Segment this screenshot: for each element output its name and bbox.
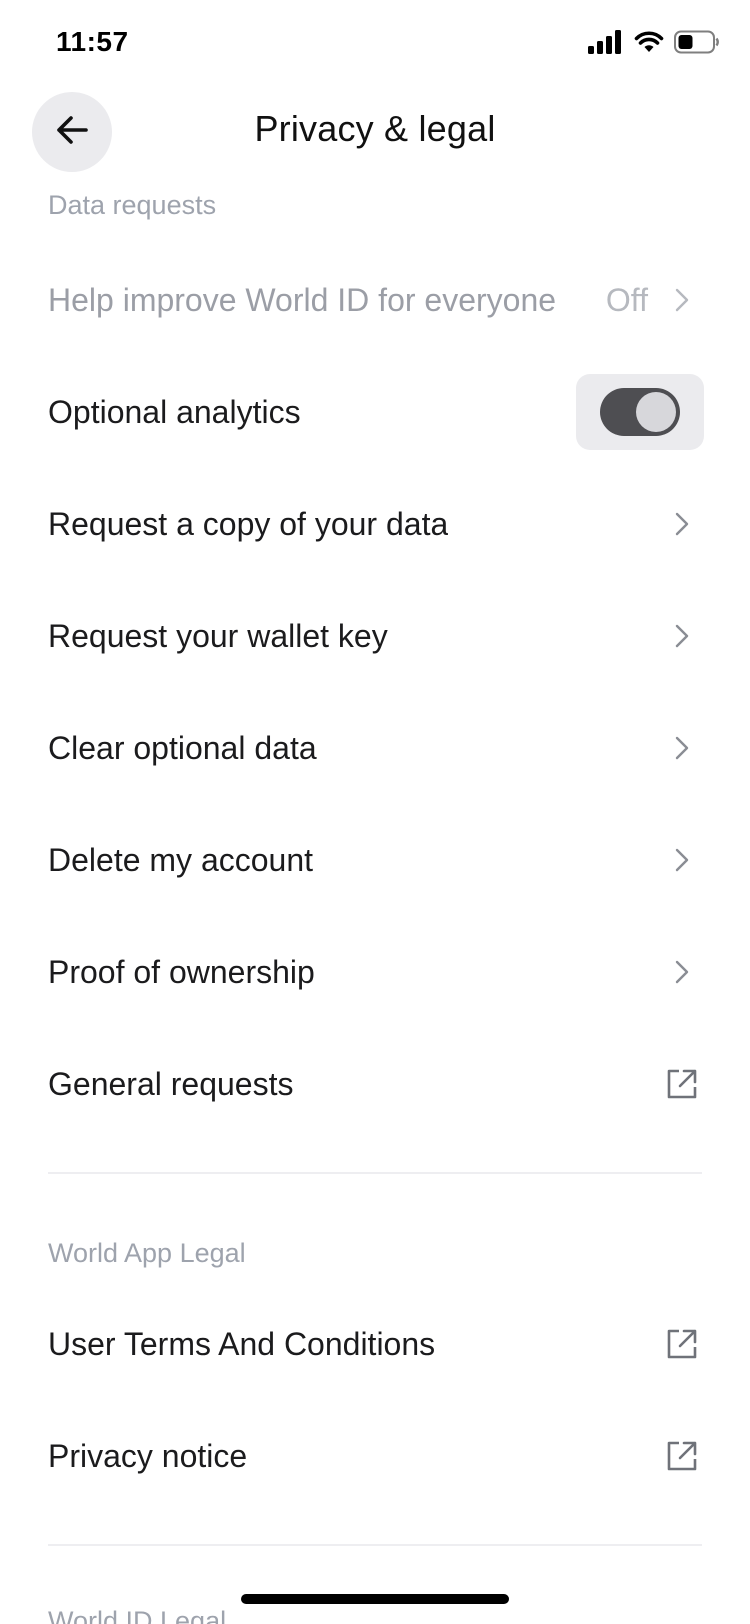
- section-header-world-app-legal: World App Legal: [48, 1238, 246, 1268]
- row-label: Optional analytics: [48, 393, 301, 430]
- row-label: Privacy notice: [48, 1437, 248, 1474]
- page-title: Privacy & legal: [254, 108, 496, 149]
- row-label: User Terms And Conditions: [48, 1325, 436, 1362]
- wifi-icon: [634, 30, 664, 54]
- row-request-data-copy[interactable]: Request a copy of your data: [48, 474, 702, 574]
- toggle-container: [576, 374, 704, 450]
- battery-icon: [674, 30, 720, 54]
- row-label: Help improve World ID for everyone: [48, 281, 557, 318]
- header: Privacy & legal: [0, 90, 750, 172]
- chevron-right-icon: [662, 504, 702, 544]
- row-label: General requests: [48, 1065, 294, 1102]
- section-header-world-id-legal: World ID Legal: [48, 1606, 227, 1624]
- external-link-icon: [662, 1324, 702, 1364]
- row-label: Request a copy of your data: [48, 505, 449, 542]
- status-bar: 11:57: [0, 0, 750, 90]
- optional-analytics-toggle[interactable]: [600, 388, 680, 436]
- row-label: Clear optional data: [48, 729, 317, 766]
- row-proof-of-ownership[interactable]: Proof of ownership: [48, 922, 702, 1022]
- external-link-icon: [662, 1064, 702, 1104]
- chevron-right-icon: [662, 280, 702, 320]
- row-value-off: Off: [605, 281, 648, 318]
- row-help-improve-world-id[interactable]: Help improve World ID for everyone Off: [48, 250, 702, 350]
- chevron-right-icon: [662, 728, 702, 768]
- row-label: Request your wallet key: [48, 617, 388, 654]
- status-icons: [588, 30, 720, 54]
- row-label: Delete my account: [48, 841, 314, 878]
- row-privacy-notice[interactable]: Privacy notice: [48, 1406, 702, 1506]
- home-indicator: [241, 1594, 509, 1604]
- section-divider: [48, 1172, 702, 1174]
- signal-icon: [588, 30, 624, 54]
- row-general-requests[interactable]: General requests: [48, 1034, 702, 1134]
- row-request-wallet-key[interactable]: Request your wallet key: [48, 586, 702, 686]
- privacy-legal-screen: 11:57 Privacy & legal Data requests Help…: [0, 0, 750, 1624]
- chevron-right-icon: [662, 616, 702, 656]
- row-delete-account[interactable]: Delete my account: [48, 810, 702, 910]
- chevron-right-icon: [662, 840, 702, 880]
- external-link-icon: [662, 1436, 702, 1476]
- toggle-knob: [636, 392, 676, 432]
- status-time: 11:57: [56, 26, 129, 57]
- section-header-data-requests: Data requests: [48, 190, 217, 220]
- row-label: Proof of ownership: [48, 953, 315, 990]
- section-divider: [48, 1544, 702, 1546]
- row-optional-analytics: Optional analytics: [48, 362, 704, 462]
- row-clear-optional-data[interactable]: Clear optional data: [48, 698, 702, 798]
- row-user-terms[interactable]: User Terms And Conditions: [48, 1294, 702, 1394]
- chevron-right-icon: [662, 952, 702, 992]
